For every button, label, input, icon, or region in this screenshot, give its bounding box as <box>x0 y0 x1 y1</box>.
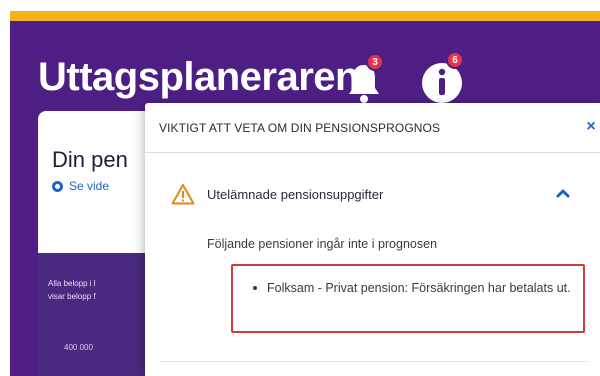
divider <box>159 361 587 362</box>
chart-note-line: Alla belopp i l <box>48 279 96 288</box>
list-item-text: Folksam - Privat pension: Försäkringen h… <box>267 281 571 295</box>
close-button[interactable]: × <box>581 117 600 137</box>
popover-header: VIKTIGT ATT VETA OM DIN PENSIONSPROGNOS … <box>145 103 600 153</box>
info-popover: VIKTIGT ATT VETA OM DIN PENSIONSPROGNOS … <box>145 103 600 376</box>
page-title: Uttagsplaneraren <box>38 55 359 99</box>
video-link-label: Se vide <box>69 179 110 193</box>
accordion-section: Utelämnade pensionsuppgifter Följande pe… <box>161 165 586 365</box>
notifications-badge: 3 <box>366 53 384 71</box>
accordion-intro: Följande pensioner ingår inte i prognose… <box>207 237 438 251</box>
chart-note-line: visar belopp f <box>48 292 96 301</box>
info-button[interactable]: 6 <box>420 51 466 105</box>
highlight-box: Folksam - Privat pension: Försäkringen h… <box>231 264 585 333</box>
notifications-button[interactable]: 3 <box>344 53 384 107</box>
accordion-label: Utelämnade pensionsuppgifter <box>207 187 384 202</box>
chart-note: Alla belopp i l visar belopp f <box>48 277 96 303</box>
play-circle-icon <box>52 180 63 192</box>
close-icon: × <box>586 118 596 135</box>
card-title: Din pen <box>52 147 128 172</box>
warning-icon <box>171 184 195 205</box>
top-whitespace <box>0 0 600 11</box>
chart-amount: 400 000 <box>64 343 93 352</box>
popover-title: VIKTIGT ATT VETA OM DIN PENSIONSPROGNOS <box>159 121 441 135</box>
video-link[interactable]: Se vide <box>52 179 109 193</box>
accordion-toggle[interactable]: Utelämnade pensionsuppgifter <box>161 183 586 213</box>
bullet-icon <box>253 286 257 290</box>
info-badge: 6 <box>446 51 464 69</box>
chevron-up-icon <box>556 189 570 198</box>
accent-strip <box>10 11 600 21</box>
